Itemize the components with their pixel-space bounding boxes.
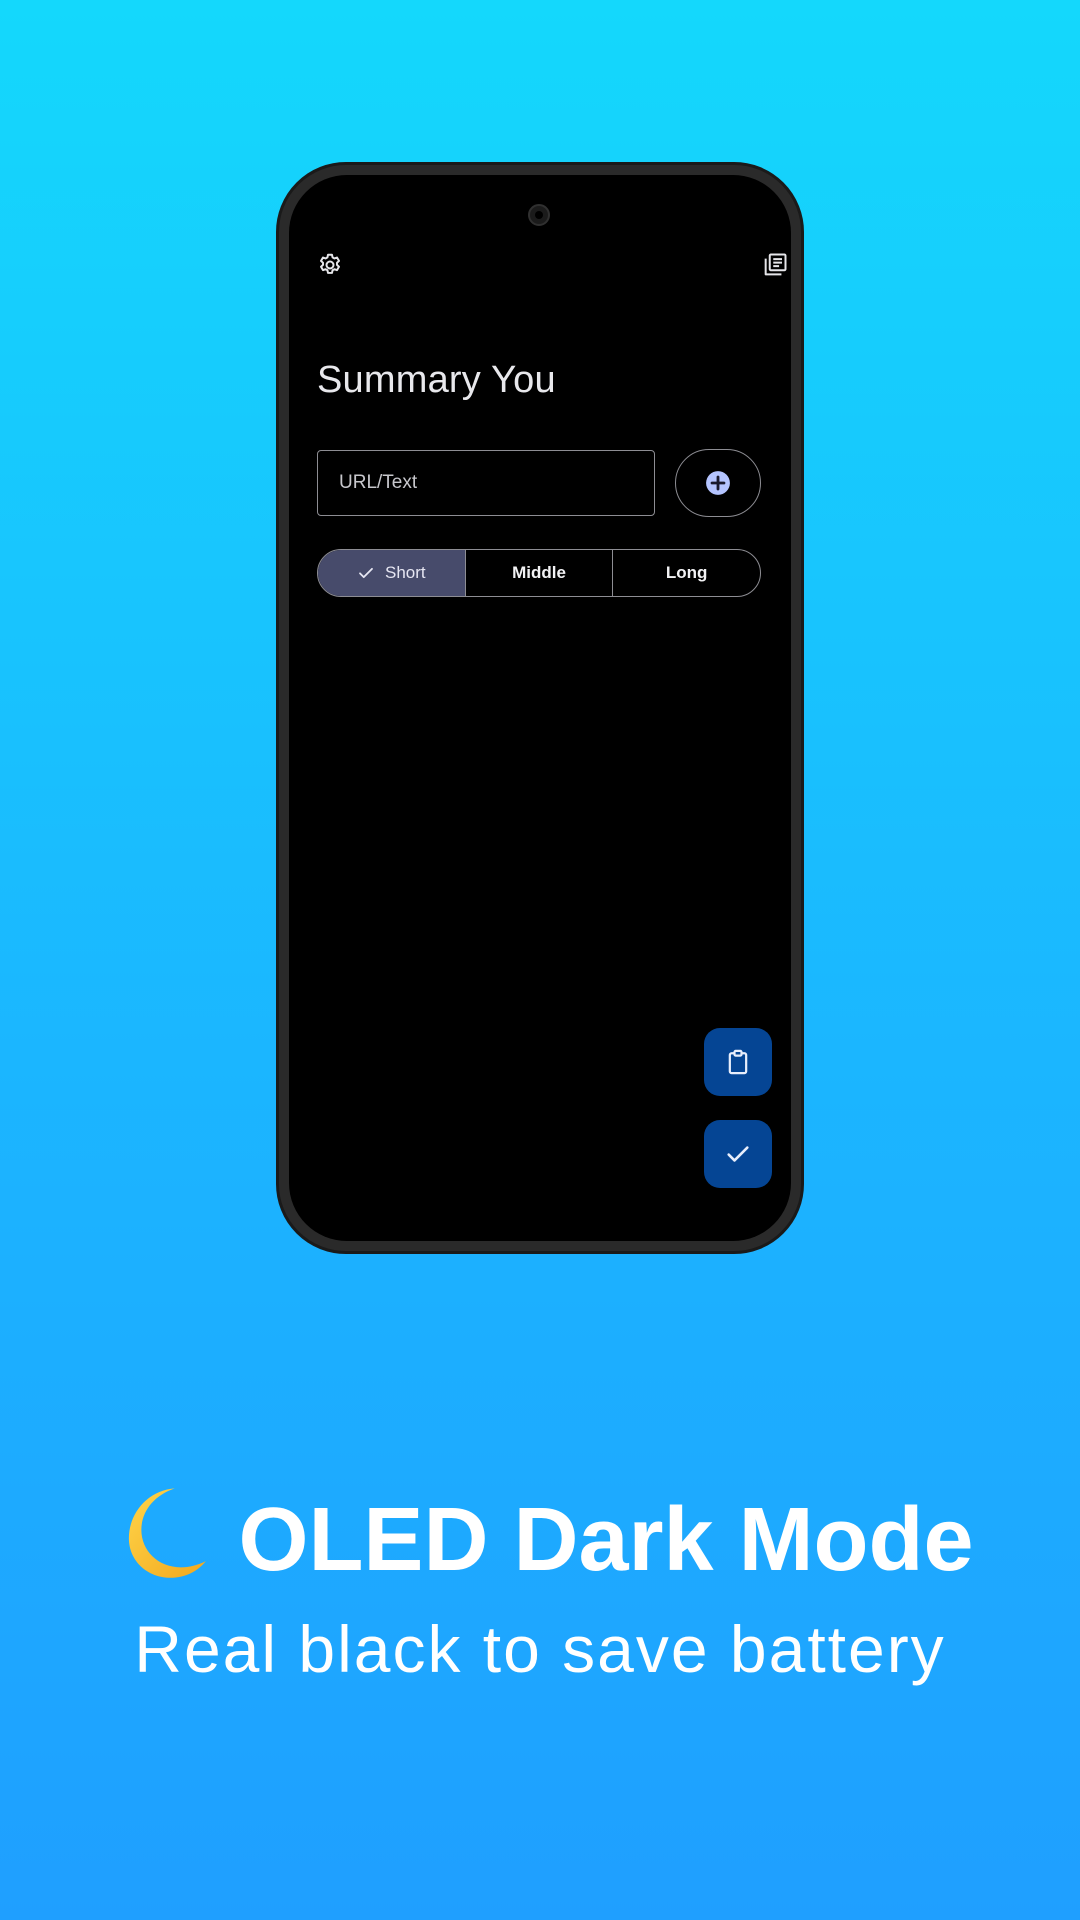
add-button[interactable] <box>675 449 761 517</box>
url-text-field[interactable] <box>317 450 655 516</box>
length-option-label: Middle <box>512 563 566 582</box>
submit-fab[interactable] <box>704 1120 772 1188</box>
length-option-short[interactable]: Short <box>318 550 465 596</box>
check-icon <box>357 564 375 582</box>
length-option-label: Long <box>665 563 708 582</box>
length-option-label: Short <box>385 563 426 582</box>
phone-screen: Summary You Short Middle <box>289 175 791 1241</box>
gear-icon <box>320 253 340 274</box>
settings-button[interactable] <box>310 245 350 285</box>
promo-headline-text: OLED Dark Mode <box>238 1490 974 1590</box>
promo-subhead: Real black to save battery <box>134 1612 946 1686</box>
phone-frame: Summary You Short Middle <box>276 162 804 1254</box>
url-text-input[interactable] <box>337 471 654 495</box>
length-option-long[interactable]: Long <box>612 550 760 596</box>
clipboard-icon <box>728 1049 748 1075</box>
history-button[interactable] <box>755 245 791 285</box>
length-option-middle[interactable]: Middle <box>464 550 613 596</box>
add-circle-icon <box>706 471 730 495</box>
paste-fab[interactable] <box>704 1028 772 1096</box>
app-title: Summary You <box>317 359 556 401</box>
front-camera <box>528 204 550 226</box>
summary-length-selector: Short Middle Long <box>317 549 761 597</box>
library-books-icon <box>764 253 787 276</box>
promo-headline: OLED Dark Mode <box>0 1480 1080 1607</box>
check-icon <box>727 1146 749 1162</box>
crescent-moon-icon <box>106 1480 210 1607</box>
